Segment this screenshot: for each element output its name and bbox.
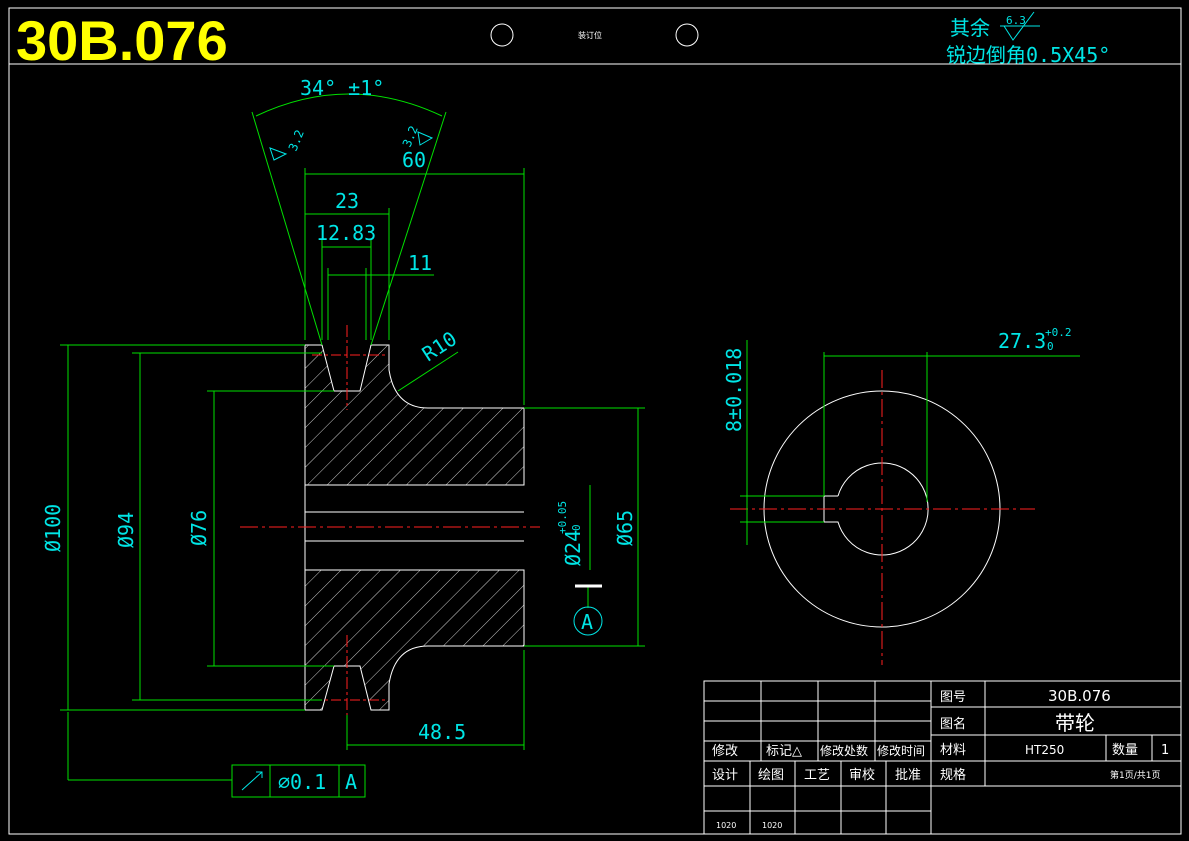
tb-page: 第1页/共1页 — [1110, 769, 1161, 781]
tolerance-frame: ∅0.1 A — [231, 764, 366, 798]
dim-bore: Ø24 — [561, 530, 585, 566]
dim-d94: Ø94 — [114, 512, 138, 548]
tb-sign-label-3: 审校 — [849, 767, 875, 783]
roughness-left-icon — [269, 147, 288, 161]
side-view — [730, 370, 1035, 665]
drawing-number-big: 30B.076 — [16, 9, 228, 72]
dim-d65: Ø65 — [613, 510, 637, 546]
dim-key-tol-lower: 0 — [1047, 340, 1054, 353]
dim-d76: Ø76 — [187, 510, 211, 546]
dim-key-depth: 27.3 — [998, 329, 1046, 353]
tolerance-datum: A — [345, 770, 357, 794]
binding-hole-right — [675, 23, 699, 47]
dim-bore-tol-lower: 0 — [570, 524, 583, 531]
dim-rough-right: 3.2 — [400, 124, 421, 149]
dim-rough-left: 3.2 — [286, 128, 307, 153]
tolerance-value: ∅0.1 — [278, 770, 326, 794]
tb-sign-label-1: 绘图 — [758, 768, 784, 783]
dim-11: 11 — [408, 251, 432, 275]
side-dim-lines — [740, 340, 1080, 545]
tb-drawing-no: 30B.076 — [1048, 687, 1111, 705]
tb-date-1: 1020 — [762, 821, 782, 830]
dim-bore-tol-upper: +0.05 — [556, 501, 569, 534]
dim-d100: Ø100 — [41, 504, 65, 552]
dim-r10: R10 — [418, 326, 461, 366]
tb-sign-label-0: 设计 — [712, 768, 738, 783]
dim-48-5: 48.5 — [418, 720, 466, 744]
tb-rev-label-3: 修改时间 — [877, 743, 925, 758]
tb-date-0: 1020 — [716, 821, 736, 830]
tb-sign-label-4: 批准 — [895, 768, 921, 783]
dim-key-width: 8±0.018 — [722, 348, 746, 432]
tb-drawing-no-label: 图号 — [940, 690, 966, 705]
tb-spec-label: 规格 — [940, 767, 966, 783]
tb-rev-label-2: 修改处数 — [820, 743, 868, 758]
binding-label: 装订位 — [578, 30, 602, 40]
binding-hole-left — [490, 23, 514, 47]
runout-arrow-icon — [241, 771, 263, 791]
chamfer-note: 锐边倒角0.5X45° — [946, 43, 1110, 67]
tb-rev-label-0: 修改 — [712, 744, 738, 759]
roughness-note: 其余 — [950, 16, 990, 40]
tb-rev-label-1: 标记△ — [766, 744, 802, 759]
dim-angle: 34° ±1° — [300, 76, 384, 100]
tb-qty: 1 — [1161, 743, 1169, 758]
roughness-value: 6.3 — [1006, 14, 1026, 27]
tb-name-label: 图名 — [940, 716, 966, 732]
tb-name: 带轮 — [1055, 711, 1095, 735]
dim-60: 60 — [402, 148, 426, 172]
tb-material-label: 材料 — [940, 743, 966, 758]
section-lower — [304, 569, 525, 711]
drawing-canvas: 30B.076 装订位 其余 6.3 锐边倒角0.5X45° 34° ±1° 3… — [8, 7, 1182, 835]
section-upper — [304, 344, 525, 486]
tb-material: HT250 — [1025, 743, 1064, 757]
roughness-right-icon — [417, 131, 434, 146]
dim-23: 23 — [335, 189, 359, 213]
datum-letter: A — [581, 610, 593, 634]
tb-sign-label-2: 工艺 — [804, 768, 830, 783]
pulley-section — [240, 325, 540, 715]
tb-qty-label: 数量 — [1112, 743, 1138, 758]
dim-12-83: 12.83 — [316, 221, 376, 245]
dim-key-tol-upper: +0.2 — [1045, 326, 1072, 339]
